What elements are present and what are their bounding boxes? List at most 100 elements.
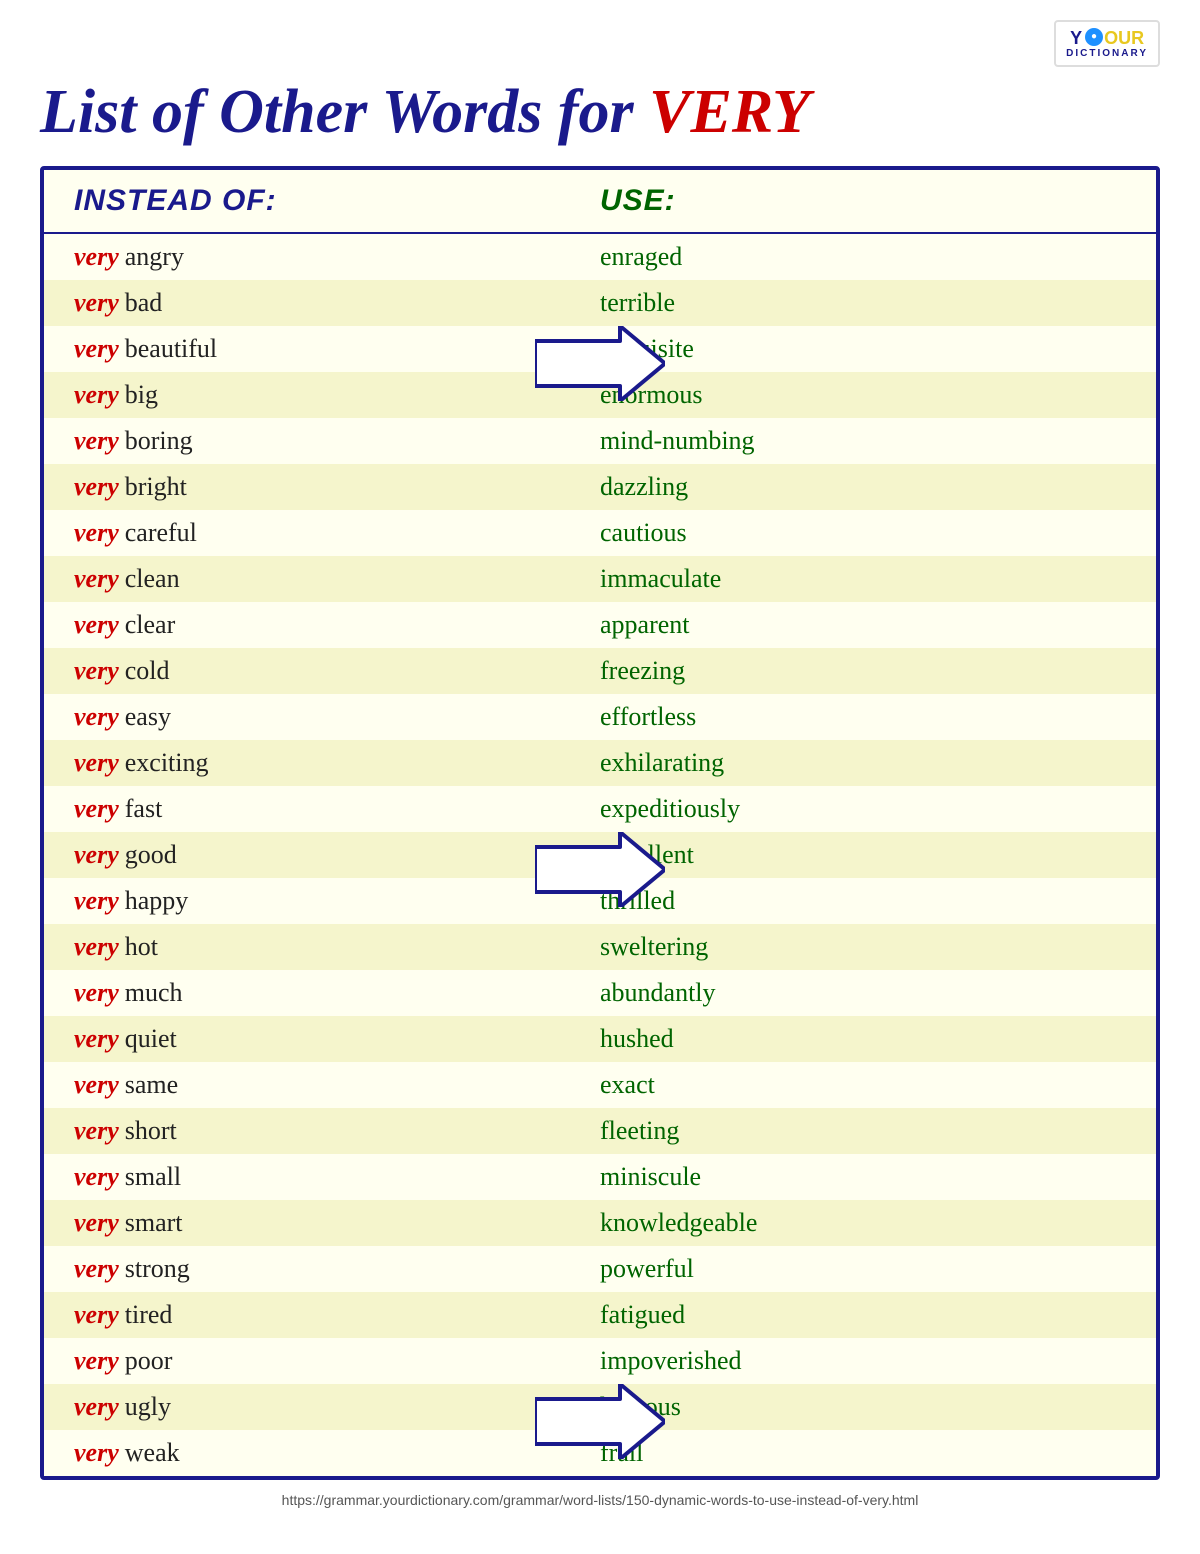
logo-top-row: Y ● OUR <box>1070 28 1144 49</box>
very-label: very <box>74 702 119 732</box>
adjective-label: smart <box>125 1208 183 1238</box>
arrow-svg <box>535 1384 665 1459</box>
synonym-label: freezing <box>600 656 1126 686</box>
synonym-label: thrilled <box>600 886 1126 916</box>
title-very: VERY <box>649 78 810 146</box>
footer-url: https://grammar.yourdictionary.com/gramm… <box>40 1492 1160 1508</box>
very-label: very <box>74 1254 119 1284</box>
instead-col: veryexciting <box>74 748 600 778</box>
synonym-label: powerful <box>600 1254 1126 1284</box>
arrow-icon <box>535 326 665 406</box>
logo-our-text: OUR <box>1104 28 1144 49</box>
very-label: very <box>74 380 119 410</box>
table-row: veryangryenraged <box>44 234 1156 280</box>
synonym-label: mind-numbing <box>600 426 1126 456</box>
instead-col: veryangry <box>74 242 600 272</box>
synonym-label: fatigued <box>600 1300 1126 1330</box>
adjective-label: happy <box>125 886 189 916</box>
table-row: verycleanimmaculate <box>44 556 1156 602</box>
very-label: very <box>74 610 119 640</box>
table-row: veryshortfleeting <box>44 1108 1156 1154</box>
very-label: very <box>74 886 119 916</box>
instead-col: veryeasy <box>74 702 600 732</box>
instead-col: veryhot <box>74 932 600 962</box>
very-label: very <box>74 1208 119 1238</box>
adjective-label: fast <box>125 794 163 824</box>
very-label: very <box>74 1346 119 1376</box>
table-row: veryquiethushed <box>44 1016 1156 1062</box>
rows-container: veryangryenragedverybadterrible verybeau… <box>44 234 1156 1476</box>
table-row: veryhotsweltering <box>44 924 1156 970</box>
adjective-label: bright <box>125 472 187 502</box>
instead-col: verymuch <box>74 978 600 1008</box>
adjective-label: cold <box>125 656 170 686</box>
synonym-label: miniscule <box>600 1162 1126 1192</box>
instead-col: verybad <box>74 288 600 318</box>
adjective-label: good <box>125 840 177 870</box>
instead-col: verytired <box>74 1300 600 1330</box>
adjective-label: much <box>125 978 183 1008</box>
very-label: very <box>74 518 119 548</box>
table-row: verymuchabundantly <box>44 970 1156 1016</box>
table-row: verybadterrible <box>44 280 1156 326</box>
adjective-label: quiet <box>125 1024 177 1054</box>
very-label: very <box>74 932 119 962</box>
very-label: very <box>74 426 119 456</box>
arrow-svg <box>535 832 665 907</box>
adjective-label: short <box>125 1116 177 1146</box>
adjective-label: big <box>125 380 158 410</box>
very-label: very <box>74 656 119 686</box>
synonym-label: knowledgeable <box>600 1208 1126 1238</box>
synonym-label: expeditiously <box>600 794 1126 824</box>
header-instead: INSTEAD OF: <box>74 184 600 218</box>
very-label: very <box>74 1162 119 1192</box>
adjective-label: bad <box>125 288 163 318</box>
logo-y-letter: Y <box>1070 28 1082 49</box>
arrow-icon <box>535 1384 665 1464</box>
adjective-label: strong <box>125 1254 190 1284</box>
adjective-label: hot <box>125 932 158 962</box>
instead-col: verysame <box>74 1070 600 1100</box>
table-row: verycoldfreezing <box>44 648 1156 694</box>
synonym-label: impoverished <box>600 1346 1126 1376</box>
instead-col: verycold <box>74 656 600 686</box>
synonym-label: excellent <box>600 840 1126 870</box>
logo-area: Y ● OUR DICTIONARY <box>40 20 1160 67</box>
instead-col: veryweak <box>74 1438 600 1468</box>
adjective-label: angry <box>125 242 184 272</box>
synonym-label: terrible <box>600 288 1126 318</box>
table-row: veryexcitingexhilarating <box>44 740 1156 786</box>
very-label: very <box>74 840 119 870</box>
table-row: verysameexact <box>44 1062 1156 1108</box>
instead-col: verybeautiful <box>74 334 600 364</box>
table-row: verysmallminiscule <box>44 1154 1156 1200</box>
synonym-label: exquisite <box>600 334 1126 364</box>
logo-globe-icon: ● <box>1085 28 1103 46</box>
adjective-label: boring <box>125 426 193 456</box>
synonym-label: exact <box>600 1070 1126 1100</box>
very-label: very <box>74 978 119 1008</box>
synonym-label: cautious <box>600 518 1126 548</box>
adjective-label: ugly <box>125 1392 171 1422</box>
table-row: verytiredfatigued <box>44 1292 1156 1338</box>
synonym-label: apparent <box>600 610 1126 640</box>
table-row: veryfastexpeditiously <box>44 786 1156 832</box>
instead-col: veryugly <box>74 1392 600 1422</box>
synonym-label: immaculate <box>600 564 1126 594</box>
arrow-icon <box>535 832 665 912</box>
table-row: verybrightdazzling <box>44 464 1156 510</box>
instead-col: verybright <box>74 472 600 502</box>
header-use: USE: <box>600 184 1126 218</box>
table-header: INSTEAD OF: USE: <box>44 170 1156 234</box>
table-row: verypoorimpoverished <box>44 1338 1156 1384</box>
instead-col: verybig <box>74 380 600 410</box>
very-label: very <box>74 472 119 502</box>
adjective-label: exciting <box>125 748 209 778</box>
adjective-label: careful <box>125 518 197 548</box>
instead-col: verystrong <box>74 1254 600 1284</box>
very-label: very <box>74 748 119 778</box>
logo-container: Y ● OUR DICTIONARY <box>1054 20 1160 67</box>
very-label: very <box>74 288 119 318</box>
instead-col: veryclean <box>74 564 600 594</box>
instead-col: veryfast <box>74 794 600 824</box>
